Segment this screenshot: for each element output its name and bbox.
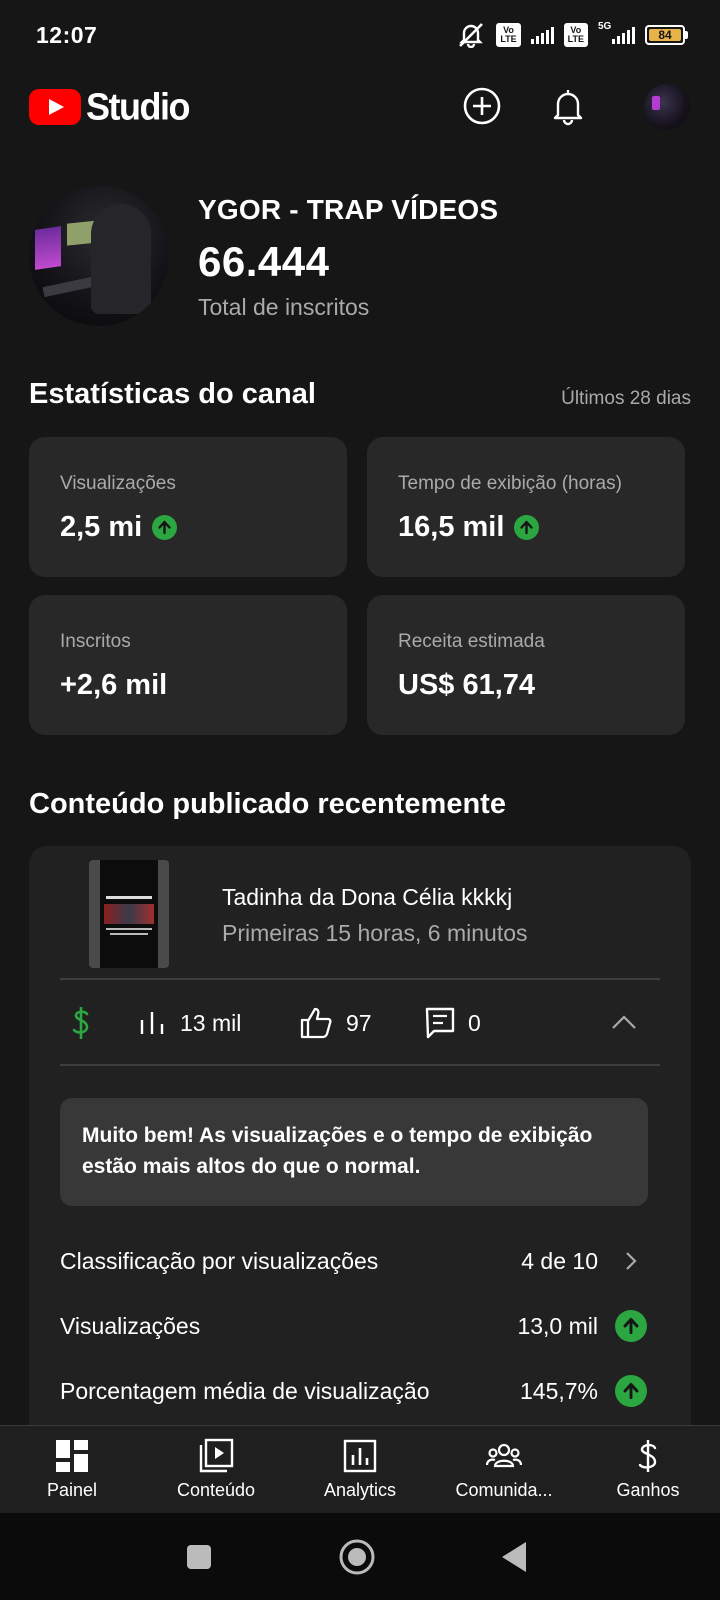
youtube-play-icon (29, 89, 81, 125)
stat-card-watch-time[interactable]: Tempo de exibição (horas) 16,5 mil (367, 437, 685, 577)
row-value: 145,7% (519, 1377, 598, 1404)
trend-up-icon (615, 1310, 647, 1342)
row-label: Visualizações (60, 1312, 201, 1339)
divider (60, 1064, 660, 1066)
performance-insight: Muito bem! As visualizações e o tempo de… (60, 1098, 648, 1206)
video-thumbnail[interactable] (89, 860, 169, 968)
stat-value: 2,5 mi (60, 511, 178, 544)
recent-content-title: Conteúdo publicado recentemente (29, 788, 506, 820)
chevron-up-icon (612, 1015, 636, 1029)
nav-content[interactable]: Conteúdo (144, 1426, 288, 1514)
stat-value: +2,6 mil (60, 669, 167, 702)
video-period: Primeiras 15 horas, 6 minutos (222, 920, 528, 946)
likes-count: 97 (346, 1009, 372, 1036)
dollar-icon (72, 1007, 89, 1039)
stats-period: Últimos 28 dias (561, 388, 691, 409)
nav-earn[interactable]: Ganhos (576, 1426, 720, 1514)
stat-value: US$ 61,74 (398, 669, 535, 702)
account-avatar[interactable] (644, 84, 690, 130)
nav-label: Conteúdo (176, 1480, 256, 1500)
recents-icon[interactable] (185, 1543, 213, 1571)
battery-level: 84 (649, 29, 681, 41)
stat-label: Receita estimada (398, 631, 545, 652)
battery-icon: 84 (645, 25, 688, 45)
thumbs-up-icon (300, 1007, 332, 1039)
dashboard-icon (56, 1440, 88, 1472)
stat-card-views[interactable]: Visualizações 2,5 mi (29, 437, 347, 577)
system-navigation-bar (0, 1513, 720, 1600)
network-type-label: 5G (598, 21, 612, 32)
trend-up-icon (152, 515, 178, 540)
row-value: 4 de 10 (521, 1247, 598, 1274)
signal-icon-1 (530, 26, 554, 44)
mute-alarm-icon (459, 23, 484, 48)
back-icon[interactable] (500, 1540, 528, 1574)
video-title[interactable]: Tadinha da Dona Célia kkkkj (222, 884, 512, 911)
stat-value-text: 16,5 mil (398, 511, 505, 543)
nav-label: Ganhos (616, 1480, 680, 1500)
video-metrics: 13 mil 97 0 (60, 980, 660, 1066)
stat-value-text: US$ 61,74 (398, 669, 536, 701)
likes-metric: 97 (298, 980, 372, 1066)
volte-badge-2: Vo LTE (563, 23, 588, 47)
comment-icon (425, 1007, 455, 1039)
avg-view-percentage-row: Porcentagem média de visualização 145,7% (60, 1371, 648, 1411)
nav-dashboard[interactable]: Painel (0, 1426, 144, 1514)
status-bar: 12:07 Vo LTE Vo LTE 5G 84 (0, 0, 720, 72)
recent-video-card: Tadinha da Dona Célia kkkkj Primeiras 15… (29, 846, 691, 1446)
monetization-status[interactable] (68, 980, 94, 1066)
bar-chart-icon (140, 1012, 164, 1034)
chevron-right-icon (626, 1252, 637, 1270)
row-value: 13,0 mil (517, 1312, 598, 1339)
channel-name: YGOR - TRAP VÍDEOS (198, 194, 499, 225)
trend-up-icon (514, 515, 540, 540)
logo-text: Studio (86, 84, 190, 128)
stat-value-text: +2,6 mil (60, 669, 168, 701)
channel-info: YGOR - TRAP VÍDEOS 66.444 Total de inscr… (29, 186, 691, 326)
create-icon[interactable] (460, 84, 504, 128)
app-header: Studio (0, 80, 720, 136)
status-time: 12:07 (36, 22, 98, 48)
analytics-icon (343, 1439, 377, 1473)
nav-analytics[interactable]: Analytics (288, 1426, 432, 1514)
bottom-navigation: Painel Conteúdo Analytics Comunida... Ga… (0, 1425, 720, 1513)
trend-up-icon (615, 1375, 647, 1407)
notifications-icon[interactable] (546, 84, 590, 128)
stat-label: Visualizações (60, 473, 176, 494)
stat-label: Tempo de exibição (horas) (398, 473, 622, 494)
views-row: Visualizações 13,0 mil (60, 1306, 648, 1346)
row-label: Porcentagem média de visualização (60, 1377, 430, 1404)
stat-card-revenue[interactable]: Receita estimada US$ 61,74 (367, 595, 685, 735)
nav-label: Analytics (323, 1480, 397, 1500)
ranking-row[interactable]: Classificação por visualizações 4 de 10 (60, 1241, 648, 1281)
views-metric: 13 mil (138, 980, 241, 1066)
studio-logo[interactable]: Studio (29, 84, 190, 128)
stats-title: Estatísticas do canal (29, 378, 316, 410)
subscriber-count: 66.444 (198, 238, 330, 285)
comments-count: 0 (468, 1009, 481, 1036)
content-icon (199, 1438, 234, 1473)
stat-card-subscribers[interactable]: Inscritos +2,6 mil (29, 595, 347, 735)
signal-5g: 5G (598, 22, 635, 44)
nav-label: Painel (46, 1480, 98, 1500)
views-count: 13 mil (180, 1009, 242, 1036)
nav-community[interactable]: Comunida... (432, 1426, 576, 1514)
subscriber-label: Total de inscritos (198, 294, 370, 320)
nav-label: Comunida... (455, 1480, 553, 1500)
collapse-button[interactable] (610, 980, 638, 1066)
channel-avatar[interactable] (29, 186, 169, 326)
row-label: Classificação por visualizações (60, 1247, 379, 1274)
stat-value: 16,5 mil (398, 511, 540, 544)
comments-metric: 0 (424, 980, 481, 1066)
home-icon[interactable] (338, 1538, 376, 1576)
community-icon (486, 1443, 522, 1468)
stat-label: Inscritos (60, 631, 131, 652)
status-icons: Vo LTE Vo LTE 5G 84 (456, 22, 688, 48)
volte-badge-1: Vo LTE (496, 23, 521, 47)
stat-value-text: 2,5 mi (60, 511, 143, 543)
earn-icon (638, 1440, 657, 1472)
